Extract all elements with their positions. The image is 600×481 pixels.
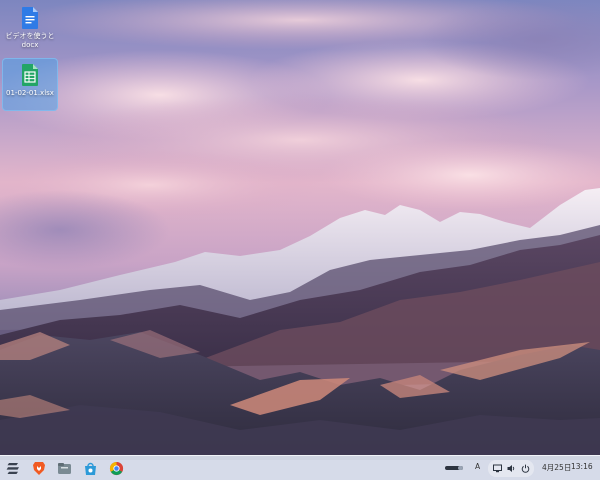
taskbar: A 4月25日 13:16 [0, 455, 600, 480]
power-icon [521, 464, 530, 473]
volume-icon [507, 465, 515, 472]
display-icon [493, 464, 502, 473]
software-store-icon [85, 462, 96, 475]
chrome-icon [109, 461, 124, 476]
taskbar-time: 13:16 [571, 462, 593, 471]
brave-browser-button[interactable] [29, 459, 48, 478]
chrome-button[interactable] [107, 459, 126, 478]
file-manager-icon [58, 463, 71, 474]
files-button[interactable] [55, 459, 74, 478]
app-launcher-button[interactable] [4, 459, 23, 478]
spreadsheet-icon [22, 64, 38, 86]
desktop-file-label: ビデオを使うと docx [5, 32, 55, 49]
desktop-file-docx[interactable]: ビデオを使うと docx [2, 2, 58, 50]
zorin-logo-icon [6, 463, 19, 474]
desktop-file-xlsx[interactable]: 01-02-01.xlsx [2, 58, 58, 111]
brave-browser-icon [32, 462, 45, 475]
software-store-button[interactable] [81, 459, 100, 478]
desktop-file-label: 01-02-01.xlsx [6, 89, 54, 97]
desktop-wallpaper [0, 0, 600, 480]
input-method-indicator[interactable]: A [475, 462, 480, 471]
document-icon [22, 7, 38, 29]
workspace-indicator-dot [458, 466, 463, 470]
system-status-menu[interactable] [488, 460, 534, 477]
clock-button[interactable]: 4月25日 13:16 [540, 456, 600, 481]
taskbar-date: 4月25日 [542, 463, 572, 472]
